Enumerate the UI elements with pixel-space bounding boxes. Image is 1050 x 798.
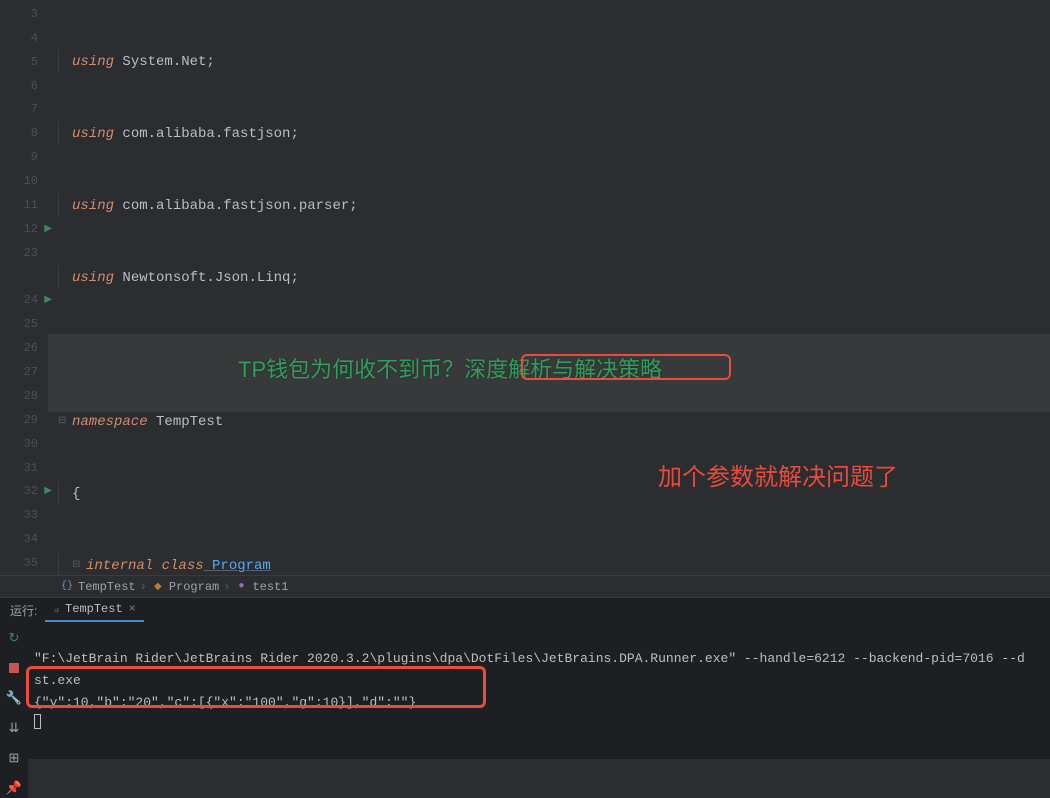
keyword: using [72, 50, 114, 74]
line-number: 30 [24, 437, 38, 451]
keyword: namespace [72, 410, 148, 434]
line-number: 9 [31, 150, 38, 164]
annotation-text: 加个参数就解决问题了 [658, 466, 898, 490]
brace: { [72, 482, 80, 506]
chevron-right-icon: › [140, 580, 147, 594]
line-number: 6 [31, 79, 38, 93]
dotnet-icon: ⟓ [53, 602, 59, 616]
class-name: Program [204, 554, 271, 575]
breadcrumb-item[interactable]: test1 [252, 580, 288, 594]
run-panel: 运行: ⟓ TempTest × ↻ 🔧 ⇊ ⊞ 📌 "F:\JetBrain … [0, 597, 1050, 759]
code-text: com.alibaba.fastjson; [114, 122, 299, 146]
run-panel-label: 运行: [2, 602, 45, 619]
line-number: 12 [24, 222, 38, 236]
line-number: 23 [24, 246, 38, 260]
line-number: 31 [24, 461, 38, 475]
line-number: 7 [31, 102, 38, 116]
line-number: 4 [31, 31, 38, 45]
cursor-icon [34, 714, 41, 729]
run-toolbar: ↻ 🔧 ⇊ ⊞ 📌 [0, 622, 28, 798]
line-number: 27 [24, 365, 38, 379]
method-icon: ● [234, 580, 248, 594]
code-text: System.Net; [114, 50, 215, 74]
breadcrumb-item[interactable]: Program [169, 580, 219, 594]
keyword: using [72, 266, 114, 290]
class-icon: ◆ [151, 580, 165, 594]
close-icon[interactable]: × [129, 602, 136, 616]
line-number: 29 [24, 413, 38, 427]
rerun-button[interactable]: ↻ [4, 628, 24, 648]
line-number: 34 [24, 532, 38, 546]
breadcrumb-bar: {} TempTest › ◆ Program › ● test1 [0, 575, 1050, 597]
layout-button[interactable]: ⊞ [4, 748, 24, 768]
keyword: internal class [86, 554, 204, 575]
code-area[interactable]: using System.Net; using com.alibaba.fast… [48, 0, 1050, 575]
code-text: TempTest [148, 410, 224, 434]
line-number: 33 [24, 508, 38, 522]
gutter: 3 4 5 6 7 8 9 10 11 12▶ 23 24▶ 25 26 27 … [0, 0, 48, 575]
pin-button[interactable]: 📌 [4, 778, 24, 798]
keyword: using [72, 122, 114, 146]
keyword: using [72, 194, 114, 218]
line-number: 24 [24, 293, 38, 307]
console-output[interactable]: "F:\JetBrain Rider\JetBrains Rider 2020.… [28, 622, 1050, 798]
stop-button[interactable] [4, 658, 24, 678]
line-number: 10 [24, 174, 38, 188]
namespace-icon: {} [60, 580, 74, 594]
run-tab[interactable]: ⟓ TempTest × [45, 598, 144, 622]
line-number: 25 [24, 317, 38, 331]
run-tab-label: TempTest [65, 602, 123, 616]
settings-button[interactable]: 🔧 [4, 688, 24, 708]
code-text: Newtonsoft.Json.Linq; [114, 266, 299, 290]
console-line: st.exe [34, 673, 81, 688]
console-line: "F:\JetBrain Rider\JetBrains Rider 2020.… [34, 651, 1025, 666]
code-text: com.alibaba.fastjson.parser; [114, 194, 358, 218]
dump-button[interactable]: ⇊ [4, 718, 24, 738]
code-editor: 3 4 5 6 7 8 9 10 11 12▶ 23 24▶ 25 26 27 … [0, 0, 1050, 575]
line-number: 11 [24, 198, 38, 212]
breadcrumb-item[interactable]: TempTest [78, 580, 136, 594]
line-number: 5 [31, 55, 38, 69]
line-number: 35 [24, 556, 38, 570]
stop-icon [9, 663, 19, 673]
line-number: 26 [24, 341, 38, 355]
console-line: {"y":10,"b":"20","c":[{"x":"100","g":10}… [34, 695, 416, 710]
run-tab-bar: 运行: ⟓ TempTest × [0, 598, 1050, 622]
line-number: 32 [24, 484, 38, 498]
line-number: 28 [24, 389, 38, 403]
chevron-right-icon: › [223, 580, 230, 594]
line-number: 3 [31, 7, 38, 21]
line-number: 8 [31, 126, 38, 140]
